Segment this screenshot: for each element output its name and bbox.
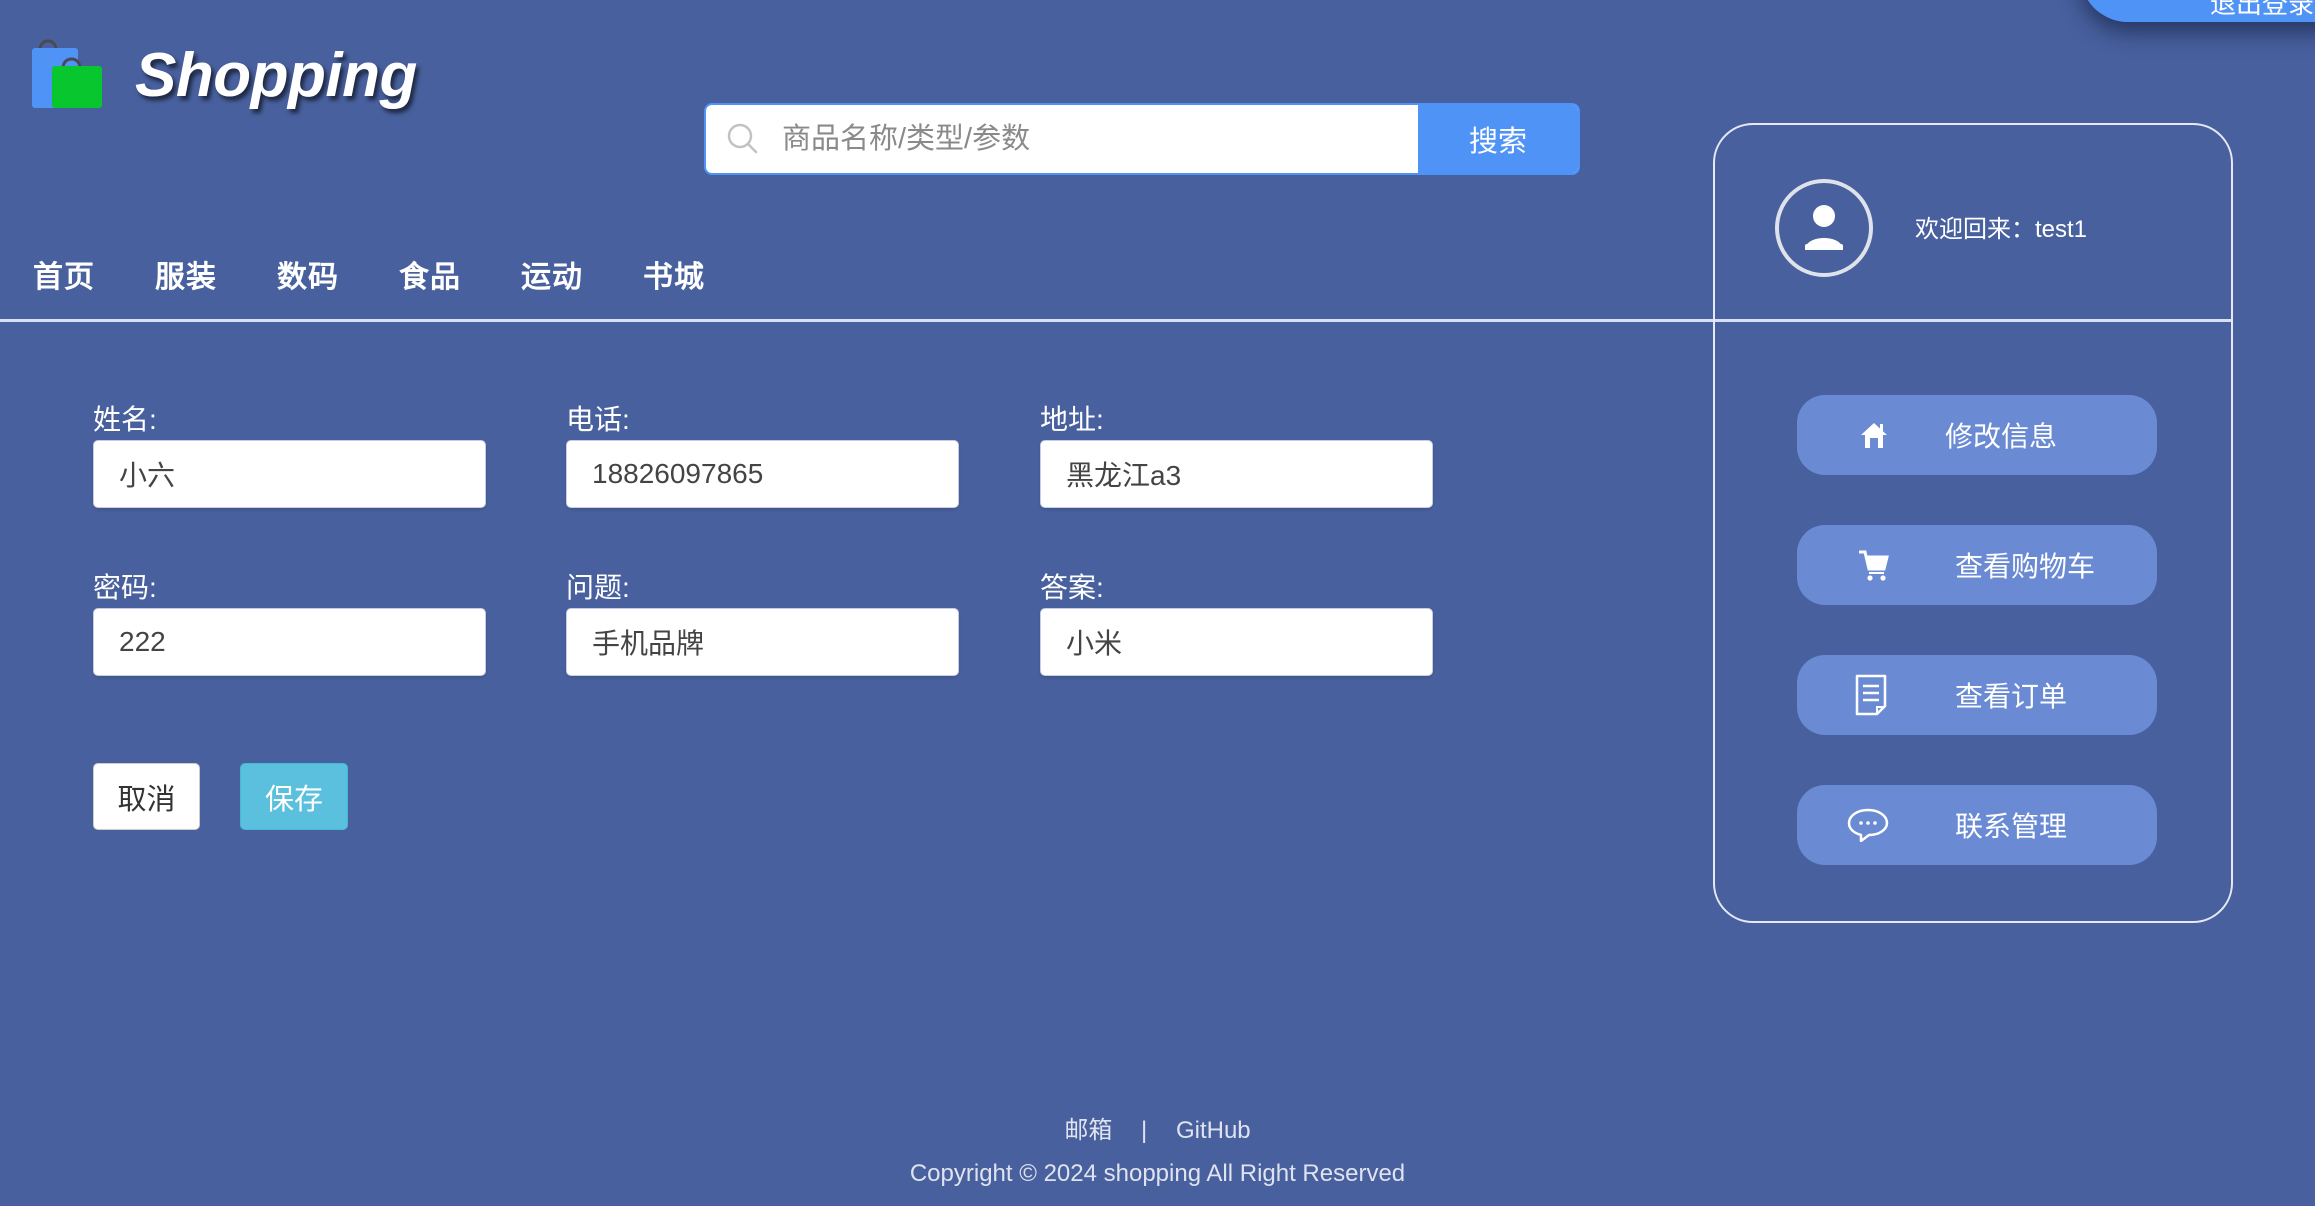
search-icon: [706, 105, 766, 173]
copyright: Copyright © 2024 shopping All Right Rese…: [909, 1160, 1406, 1187]
question-label: 问题:: [566, 572, 630, 603]
search-bar: 搜索: [704, 103, 1580, 175]
nav-item-digital[interactable]: 数码: [277, 252, 339, 296]
shopping-bags-icon: [32, 39, 102, 108]
answer-field: 答案:: [1040, 568, 1433, 676]
name-input[interactable]: [93, 440, 486, 508]
logout-button[interactable]: 退出登录: [2080, 0, 2315, 22]
footer-links: 邮箱 | GitHub: [0, 1110, 2315, 1145]
question-input[interactable]: [566, 608, 959, 676]
edit-info-label: 修改信息: [1945, 421, 2058, 452]
nav-item-books[interactable]: 书城: [643, 252, 705, 296]
search-button[interactable]: 搜索: [1418, 105, 1578, 173]
edit-info-button[interactable]: 修改信息: [1797, 395, 2157, 475]
logo[interactable]: [30, 36, 110, 110]
view-cart-label: 查看购物车: [1955, 551, 2096, 582]
contact-admin-label: 联系管理: [1955, 811, 2068, 842]
contact-admin-button[interactable]: 联系管理: [1797, 785, 2157, 865]
answer-input[interactable]: [1040, 608, 1433, 676]
user-icon: [1805, 205, 1843, 250]
address-field: 地址:: [1040, 400, 1433, 508]
phone-field: 电话:: [566, 400, 959, 508]
phone-label: 电话:: [566, 404, 630, 435]
view-orders-label: 查看订单: [1955, 681, 2068, 712]
phone-input[interactable]: [566, 440, 959, 508]
footer-separator: |: [1141, 1117, 1148, 1144]
nav-item-clothing[interactable]: 服装: [155, 252, 217, 296]
footer-link-github[interactable]: GitHub: [1176, 1117, 1251, 1144]
cart-icon: [1797, 549, 1917, 581]
order-document-icon: [1797, 674, 1917, 716]
avatar[interactable]: [1775, 179, 1873, 277]
nav-item-sports[interactable]: 运动: [521, 252, 583, 296]
question-field: 问题:: [566, 568, 959, 676]
cancel-button[interactable]: 取消: [93, 763, 200, 830]
home-icon: [1797, 421, 1917, 449]
brand-title: Shopping: [135, 41, 417, 110]
nav-item-home[interactable]: 首页: [33, 252, 95, 296]
welcome-text: 欢迎回来：test1: [1915, 216, 2088, 243]
chat-bubble-icon: [1797, 808, 1917, 842]
password-field: 密码:: [93, 568, 486, 676]
address-label: 地址:: [1040, 404, 1104, 435]
nav-item-food[interactable]: 食品: [399, 252, 461, 296]
search-input[interactable]: [766, 105, 1418, 173]
category-nav: 首页 服装 数码 食品 运动 书城: [33, 252, 765, 296]
save-button[interactable]: 保存: [240, 763, 348, 830]
name-label: 姓名:: [93, 404, 157, 435]
footer-link-email[interactable]: 邮箱: [1064, 1117, 1112, 1144]
page: 退出登录 Shopping 搜索 首页 服装 数码 食品 运动 书城: [0, 0, 2315, 1206]
user-card: 欢迎回来：test1 修改信息 查看购物车 查看订单 联系管理: [1713, 123, 2233, 923]
address-input[interactable]: [1040, 440, 1433, 508]
name-field: 姓名:: [93, 400, 486, 508]
password-label: 密码:: [93, 572, 157, 603]
password-input[interactable]: [93, 608, 486, 676]
view-cart-button[interactable]: 查看购物车: [1797, 525, 2157, 605]
answer-label: 答案:: [1040, 572, 1104, 603]
view-orders-button[interactable]: 查看订单: [1797, 655, 2157, 735]
